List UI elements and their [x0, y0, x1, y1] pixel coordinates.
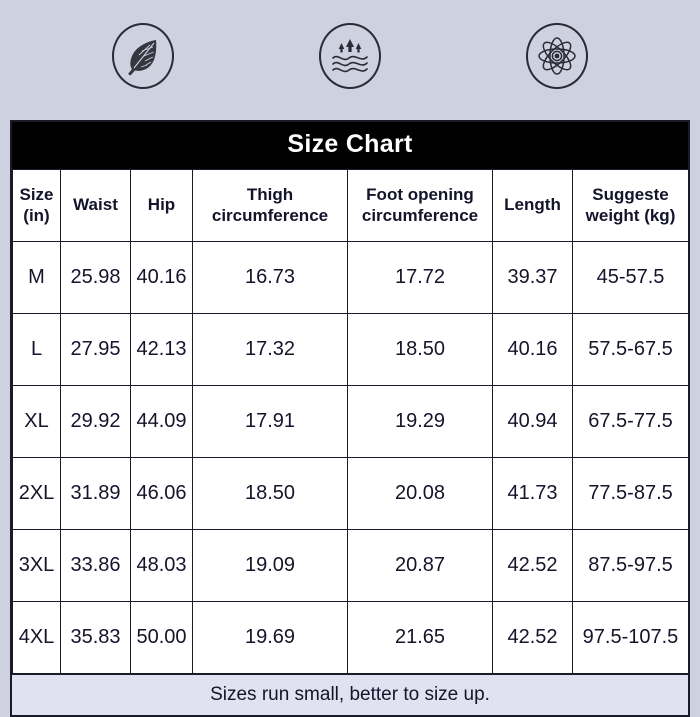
cell-waist: 35.83 — [60, 601, 131, 674]
cell-weight: 57.5-67.5 — [572, 313, 689, 386]
column-header-size: Size (in) — [12, 169, 61, 242]
feature-icon-strip — [0, 0, 700, 112]
feather-icon — [112, 23, 175, 89]
column-header-weight-line2: weight (kg) — [585, 205, 676, 225]
column-header-length-line1: Length — [504, 195, 561, 215]
cell-length: 39.37 — [492, 241, 573, 314]
column-header-suggested-weight: Suggeste weight (kg) — [572, 169, 689, 242]
cell-waist: 33.86 — [60, 529, 131, 602]
cell-weight: 97.5-107.5 — [572, 601, 689, 674]
cell-waist: 31.89 — [60, 457, 131, 530]
column-header-thigh-line2: circumference — [211, 205, 329, 225]
cell-hip: 48.03 — [130, 529, 193, 602]
cell-thigh: 19.69 — [192, 601, 348, 674]
cell-waist: 25.98 — [60, 241, 131, 314]
cell-weight: 77.5-87.5 — [572, 457, 689, 530]
table-row: 4XL 35.83 50.00 19.69 21.65 42.52 97.5-1… — [12, 601, 689, 674]
column-header-foot-opening-circumference: Foot opening circumference — [347, 169, 493, 242]
size-chart-title: Size Chart — [12, 122, 688, 169]
column-header-length: Length — [492, 169, 573, 242]
table-row: M 25.98 40.16 16.73 17.72 39.37 45-57.5 — [12, 241, 689, 314]
cell-thigh: 18.50 — [192, 457, 348, 530]
moisture-wicking-icon — [318, 23, 381, 89]
cell-weight: 87.5-97.5 — [572, 529, 689, 602]
cell-foot-opening: 17.72 — [347, 241, 493, 314]
cell-thigh: 19.09 — [192, 529, 348, 602]
table-row: 3XL 33.86 48.03 19.09 20.87 42.52 87.5-9… — [12, 529, 689, 602]
cell-waist: 29.92 — [60, 385, 131, 458]
column-header-hip: Hip — [130, 169, 193, 242]
cell-length: 42.52 — [492, 529, 573, 602]
cell-foot-opening: 18.50 — [347, 313, 493, 386]
column-header-foot-line1: Foot opening — [366, 184, 474, 204]
column-header-waist: Waist — [60, 169, 131, 242]
cell-foot-opening: 20.87 — [347, 529, 493, 602]
cell-size: XL — [12, 385, 61, 458]
column-header-size-line2: (in) — [23, 205, 50, 225]
cell-foot-opening: 19.29 — [347, 385, 493, 458]
size-chart-note: Sizes run small, better to size up. — [12, 674, 688, 715]
column-header-waist-line1: Waist — [73, 195, 118, 215]
column-header-foot-line2: circumference — [361, 205, 479, 225]
cell-foot-opening: 20.08 — [347, 457, 493, 530]
column-header-size-line1: Size — [19, 184, 54, 204]
column-header-weight-line1: Suggeste — [592, 184, 669, 204]
cell-thigh: 16.73 — [192, 241, 348, 314]
column-header-hip-line1: Hip — [147, 195, 176, 215]
cell-length: 42.52 — [492, 601, 573, 674]
cell-hip: 50.00 — [130, 601, 193, 674]
column-header-thigh-line1: Thigh — [246, 184, 294, 204]
cell-size: L — [12, 313, 61, 386]
cell-size: 4XL — [12, 601, 61, 674]
cell-hip: 40.16 — [130, 241, 193, 314]
cell-length: 41.73 — [492, 457, 573, 530]
cell-hip: 42.13 — [130, 313, 193, 386]
cell-length: 40.16 — [492, 313, 573, 386]
cell-length: 40.94 — [492, 385, 573, 458]
cell-thigh: 17.32 — [192, 313, 348, 386]
column-header-thigh-circumference: Thigh circumference — [192, 169, 348, 242]
cell-weight: 45-57.5 — [572, 241, 689, 314]
size-chart: Size Chart Size (in) Waist Hip Thigh cir… — [10, 120, 690, 717]
cell-size: M — [12, 241, 61, 314]
table-header-row: Size (in) Waist Hip Thigh circumference … — [12, 169, 689, 242]
table-row: XL 29.92 44.09 17.91 19.29 40.94 67.5-77… — [12, 385, 689, 458]
cell-foot-opening: 21.65 — [347, 601, 493, 674]
table-row: L 27.95 42.13 17.32 18.50 40.16 57.5-67.… — [12, 313, 689, 386]
cell-hip: 46.06 — [130, 457, 193, 530]
table-row: 2XL 31.89 46.06 18.50 20.08 41.73 77.5-8… — [12, 457, 689, 530]
cell-hip: 44.09 — [130, 385, 193, 458]
size-chart-table: Size (in) Waist Hip Thigh circumference … — [12, 169, 689, 674]
cell-size: 3XL — [12, 529, 61, 602]
cell-size: 2XL — [12, 457, 61, 530]
atom-icon — [525, 23, 588, 89]
cell-waist: 27.95 — [60, 313, 131, 386]
cell-weight: 67.5-77.5 — [572, 385, 689, 458]
cell-thigh: 17.91 — [192, 385, 348, 458]
